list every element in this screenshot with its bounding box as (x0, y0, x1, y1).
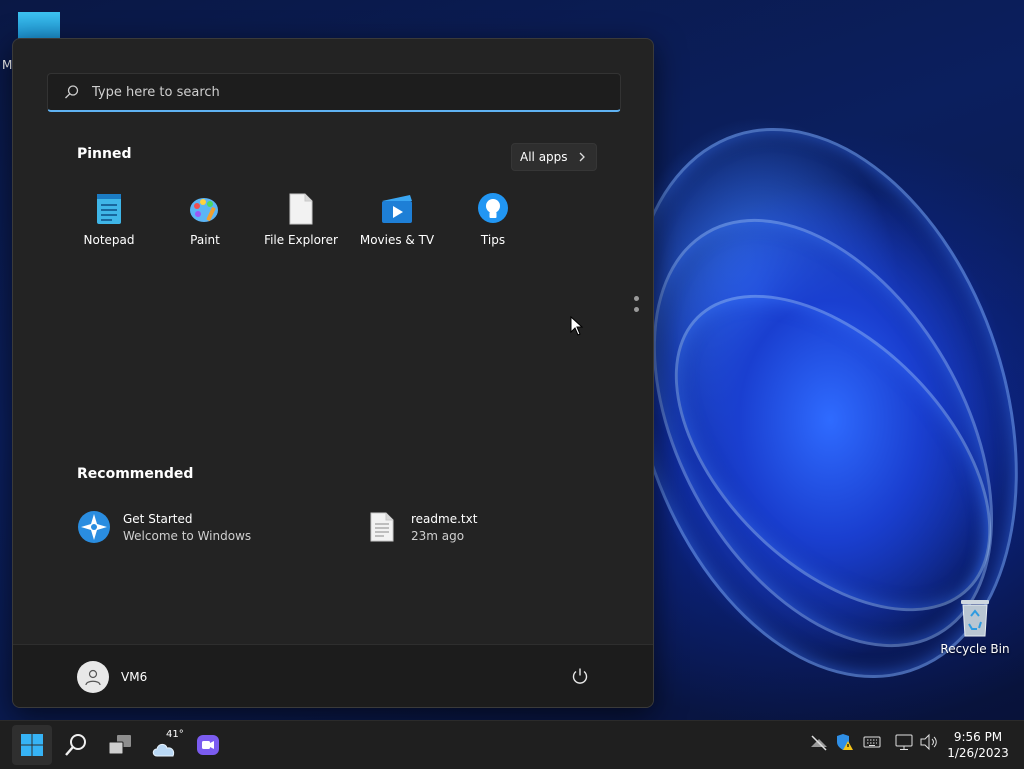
pinned-app-label: File Explorer (264, 233, 338, 247)
paint-icon (190, 198, 218, 222)
task-view-button[interactable] (100, 725, 140, 765)
chevron-right-icon (579, 152, 585, 162)
taskbar-search-button[interactable] (56, 725, 96, 765)
start-menu-footer: VM6 (13, 644, 653, 707)
recommended-item-title: readme.txt (411, 511, 478, 526)
movies-icon (382, 195, 412, 223)
recycle-bin[interactable]: Recycle Bin (940, 596, 1010, 656)
recommended-item-subtitle: Welcome to Windows (123, 528, 252, 543)
text-file-icon (370, 512, 394, 542)
pinned-app-label: Paint (190, 233, 220, 247)
clock[interactable]: 9:56 PM 1/26/2023 (938, 729, 1018, 761)
user-icon (85, 669, 101, 686)
recommended-item-subtitle: 23m ago (411, 528, 465, 543)
mouse-cursor-icon (570, 316, 584, 336)
search-icon (65, 734, 86, 756)
clock-date: 1/26/2023 (947, 746, 1009, 760)
clock-time: 9:56 PM (953, 730, 1003, 744)
tips-icon (478, 193, 508, 223)
recycle-bin-icon (961, 600, 989, 637)
recommended-item-get-started[interactable]: Get Started Welcome to Windows (77, 510, 251, 544)
keyboard-icon[interactable] (863, 733, 881, 751)
all-apps-label: All apps (520, 150, 568, 164)
windows-logo-icon (21, 734, 43, 756)
power-icon (572, 668, 588, 684)
all-apps-button[interactable]: All apps (511, 143, 597, 171)
file-icon (289, 193, 313, 225)
recommended-title: Recommended (77, 466, 194, 482)
pinned-app-paint[interactable]: Paint (157, 191, 253, 247)
weather-widget-button[interactable]: 41° (144, 725, 184, 765)
start-menu: Pinned All apps Notepad (12, 38, 654, 708)
recommended-item-readme[interactable]: readme.txt 23m ago (365, 510, 477, 544)
search-box[interactable] (47, 73, 621, 112)
ethernet-network-icon[interactable] (895, 733, 913, 751)
taskbar: 41° 9:56 PM 1/26/2023 (0, 720, 1024, 769)
search-icon (65, 85, 79, 99)
pinned-app-notepad[interactable]: Notepad (61, 191, 157, 247)
user-account-button[interactable]: VM6 (77, 661, 147, 693)
page-dot (634, 307, 639, 312)
volume-icon[interactable] (919, 733, 939, 751)
get-started-icon (78, 511, 110, 543)
start-button[interactable] (12, 725, 52, 765)
pinned-app-movies-tv[interactable]: Movies & TV (349, 191, 445, 247)
recommended-item-title: Get Started (123, 511, 193, 526)
desktop-shortcut-icon[interactable] (18, 12, 60, 40)
pinned-apps: Notepad Paint File Explorer Movies & TV … (61, 191, 541, 247)
search-input[interactable] (90, 83, 594, 101)
power-button[interactable] (571, 667, 589, 689)
security-warning-icon[interactable] (836, 733, 854, 751)
cloud-icon (152, 743, 175, 757)
pinned-app-label: Movies & TV (359, 233, 435, 247)
network-disconnected-icon[interactable] (810, 733, 828, 751)
chat-button[interactable] (188, 725, 228, 765)
desktop-shortcut-label: M (2, 58, 13, 72)
page-dot (634, 296, 639, 301)
notepad-icon (97, 194, 121, 224)
user-name: VM6 (121, 670, 148, 684)
avatar (77, 661, 109, 693)
pinned-app-label: Tips (480, 233, 506, 247)
page-indicator[interactable] (634, 296, 639, 318)
pinned-title: Pinned (77, 146, 132, 162)
weather-temperature: 41° (166, 729, 184, 740)
pinned-app-label: Notepad (83, 233, 135, 247)
pinned-app-tips[interactable]: Tips (445, 191, 541, 247)
task-view-icon (108, 735, 131, 755)
pinned-app-file-explorer[interactable]: File Explorer (253, 191, 349, 247)
recycle-bin-label: Recycle Bin (940, 642, 1010, 656)
chat-video-icon (197, 735, 219, 755)
